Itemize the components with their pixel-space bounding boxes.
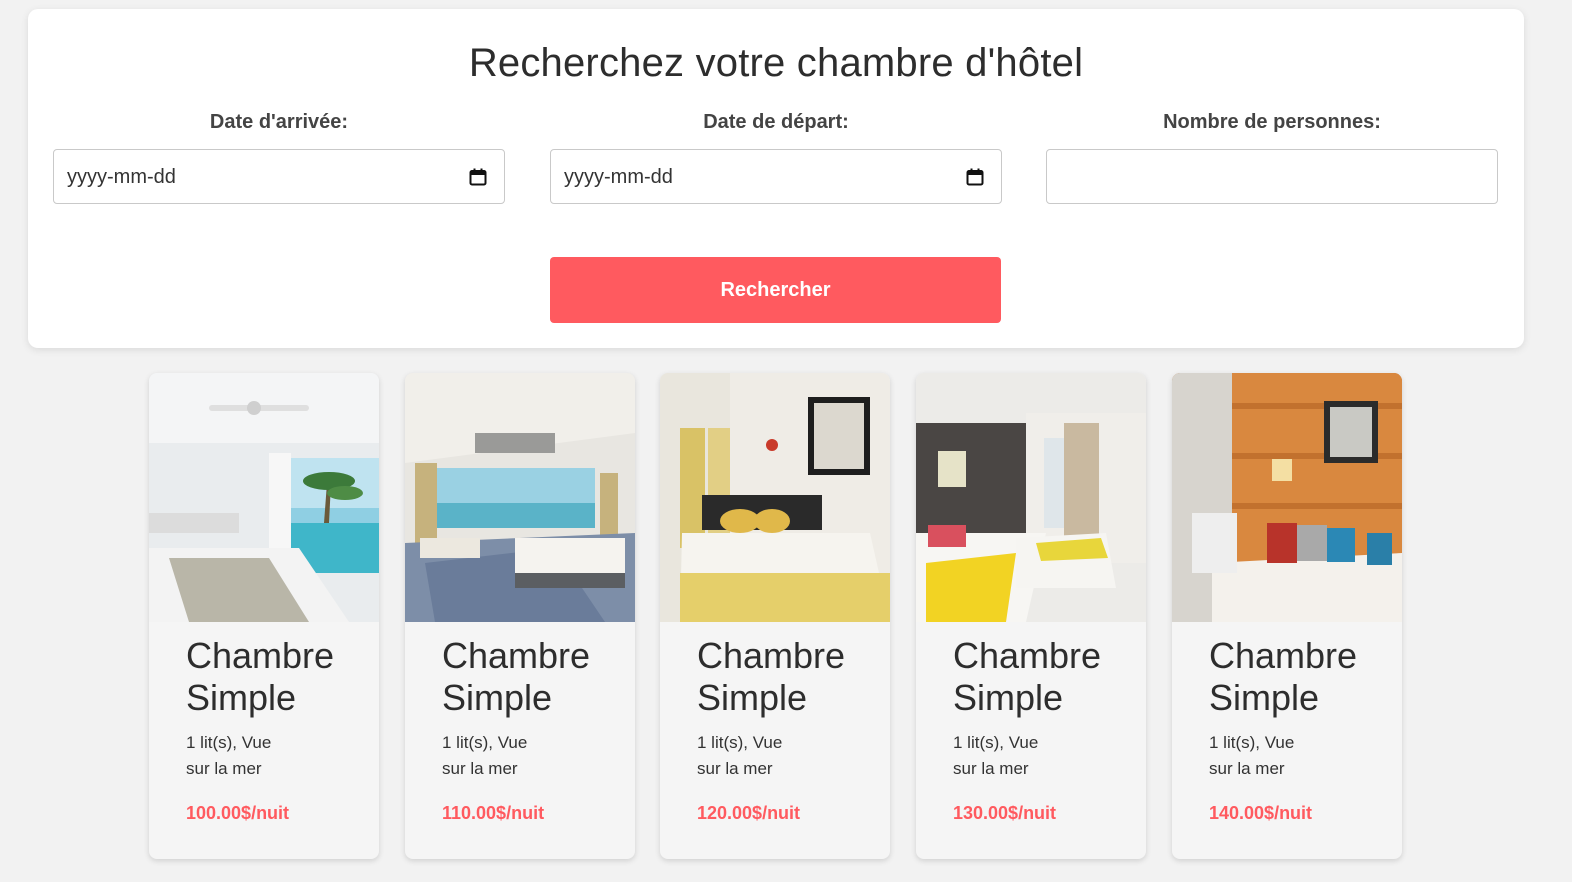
room-title: Chambre Simple [697,635,846,718]
arrival-date-label: Date d'arrivée: [209,111,349,133]
room-photo [916,373,1146,622]
departure-date-label: Date de départ: [703,111,849,133]
room-description: 1 lit(s), Vue sur la mer [697,733,783,778]
room-description: 1 lit(s), Vue sur la mer [953,733,1039,778]
page-title: Recherchez votre chambre d'hôtel [468,41,1084,85]
guests-input[interactable] [1046,149,1498,204]
room-card[interactable]: Chambre Simple 1 lit(s), Vue sur la mer … [916,373,1146,859]
room-card[interactable]: Chambre Simple 1 lit(s), Vue sur la mer … [149,373,379,859]
guests-field: Nombre de personnes: [1046,109,1498,204]
search-button[interactable]: Rechercher [550,257,1001,323]
room-description: 1 lit(s), Vue sur la mer [186,733,272,778]
room-card[interactable]: Chambre Simple 1 lit(s), Vue sur la mer … [405,373,635,859]
room-card[interactable]: Chambre Simple 1 lit(s), Vue sur la mer … [1172,373,1402,859]
departure-date-field: Date de départ: yyyy-mm-dd [550,109,1002,204]
departure-date-input[interactable]: yyyy-mm-dd [550,149,1002,204]
room-title: Chambre Simple [186,635,335,718]
room-photo [660,373,890,622]
room-description: 1 lit(s), Vue sur la mer [442,733,528,778]
room-title: Chambre Simple [1209,635,1358,718]
room-price: 140.00$/nuit [1209,803,1313,823]
room-photo [1172,373,1402,622]
room-price: 130.00$/nuit [953,803,1057,823]
room-price: 120.00$/nuit [697,803,801,823]
departure-date-value: yyyy-mm-dd [564,166,673,188]
arrival-date-input[interactable]: yyyy-mm-dd [53,149,505,204]
guests-label: Nombre de personnes: [1163,111,1381,133]
room-description: 1 lit(s), Vue sur la mer [1209,733,1295,778]
room-price: 110.00$/nuit [442,803,545,823]
calendar-icon[interactable] [469,168,487,186]
room-photo [149,373,379,622]
room-title: Chambre Simple [442,635,591,718]
room-card[interactable]: Chambre Simple 1 lit(s), Vue sur la mer … [660,373,890,859]
arrival-date-value: yyyy-mm-dd [67,166,176,188]
calendar-icon[interactable] [966,168,984,186]
search-panel: Recherchez votre chambre d'hôtel Date d'… [28,9,1524,348]
arrival-date-field: Date d'arrivée: yyyy-mm-dd [53,109,505,204]
room-price: 100.00$/nuit [186,803,290,823]
room-photo [405,373,635,622]
room-title: Chambre Simple [953,635,1102,718]
